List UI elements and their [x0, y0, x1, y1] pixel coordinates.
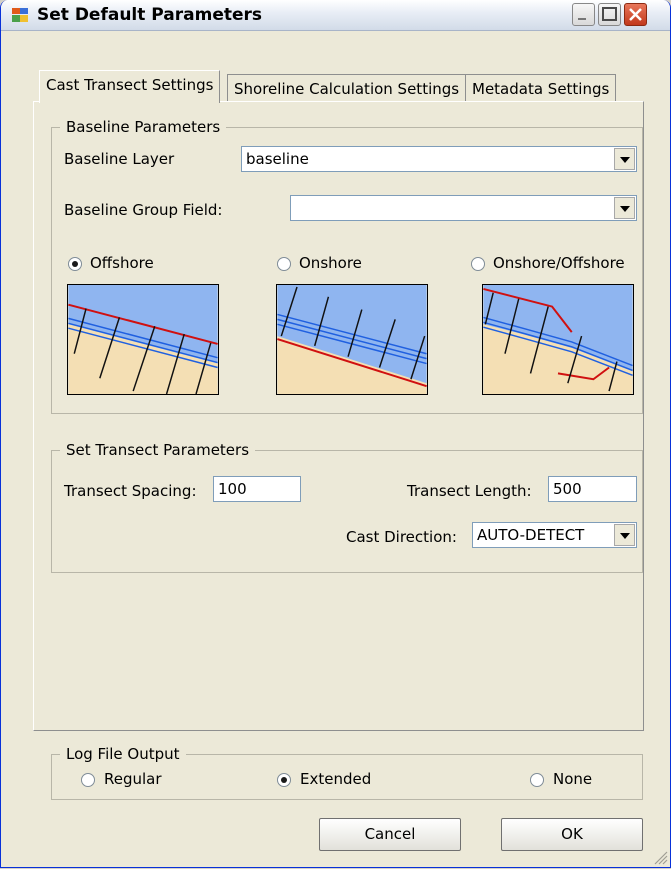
log-none-radio[interactable]: [530, 773, 544, 787]
baseline-layer-label: Baseline Layer: [64, 150, 175, 168]
baseline-parameters-legend: Baseline Parameters: [66, 118, 221, 136]
tab-cast-transect-settings[interactable]: Cast Transect Settings: [39, 70, 221, 103]
window-title: Set Default Parameters: [37, 5, 263, 25]
cast-direction-select[interactable]: AUTO-DETECT: [472, 522, 637, 548]
resize-grip-icon[interactable]: [652, 849, 668, 865]
log-file-output-legend: Log File Output: [66, 745, 180, 763]
cast-direction-label: Cast Direction:: [346, 528, 457, 546]
chevron-down-icon[interactable]: [614, 524, 635, 546]
maximize-button[interactable]: [598, 3, 621, 26]
onshore-offshore-radio[interactable]: [471, 257, 485, 271]
log-regular-radio[interactable]: [81, 773, 95, 787]
offshore-radio[interactable]: [68, 257, 82, 271]
app-icon: [12, 8, 28, 22]
minimize-icon: [578, 18, 586, 20]
onshore-label: Onshore: [299, 254, 362, 272]
tab-shoreline-calculation-settings[interactable]: Shoreline Calculation Settings: [227, 74, 467, 102]
minimize-button[interactable]: [572, 3, 595, 26]
chevron-down-icon[interactable]: [614, 197, 635, 219]
onshore-offshore-diagram-image: [482, 284, 634, 395]
offshore-diagram-image: [67, 284, 219, 395]
baseline-group-field-select[interactable]: [290, 195, 637, 221]
offshore-label: Offshore: [90, 254, 154, 272]
baseline-group-field-label: Baseline Group Field:: [64, 201, 223, 219]
maximize-icon: [602, 7, 617, 21]
transect-spacing-value: 100: [218, 480, 247, 498]
baseline-layer-value: baseline: [246, 150, 309, 168]
transect-parameters-group: Set Transect Parameters: [51, 441, 643, 573]
log-none-label: None: [553, 770, 593, 788]
close-icon: [629, 8, 642, 21]
cancel-button[interactable]: Cancel: [319, 818, 461, 851]
onshore-offshore-label: Onshore/Offshore: [493, 254, 625, 272]
log-extended-radio[interactable]: [277, 773, 291, 787]
log-extended-label: Extended: [300, 770, 372, 788]
dialog-window: Set Default Parameters Cast Transect Set…: [0, 0, 671, 868]
title-bar[interactable]: Set Default Parameters: [1, 0, 670, 31]
transect-length-field[interactable]: 500: [548, 476, 637, 502]
cast-direction-value: AUTO-DETECT: [477, 526, 585, 544]
chevron-down-icon[interactable]: [614, 148, 635, 170]
transect-parameters-legend: Set Transect Parameters: [66, 441, 250, 459]
onshore-radio[interactable]: [277, 257, 291, 271]
log-regular-label: Regular: [104, 770, 162, 788]
baseline-layer-select[interactable]: baseline: [241, 146, 637, 172]
onshore-diagram-image: [276, 284, 428, 395]
close-button[interactable]: [624, 3, 647, 26]
transect-spacing-label: Transect Spacing:: [64, 482, 197, 500]
tab-metadata-settings[interactable]: Metadata Settings: [465, 74, 617, 102]
ok-button[interactable]: OK: [501, 818, 643, 851]
transect-length-value: 500: [553, 480, 582, 498]
transect-length-label: Transect Length:: [407, 482, 532, 500]
transect-spacing-field[interactable]: 100: [213, 476, 301, 502]
